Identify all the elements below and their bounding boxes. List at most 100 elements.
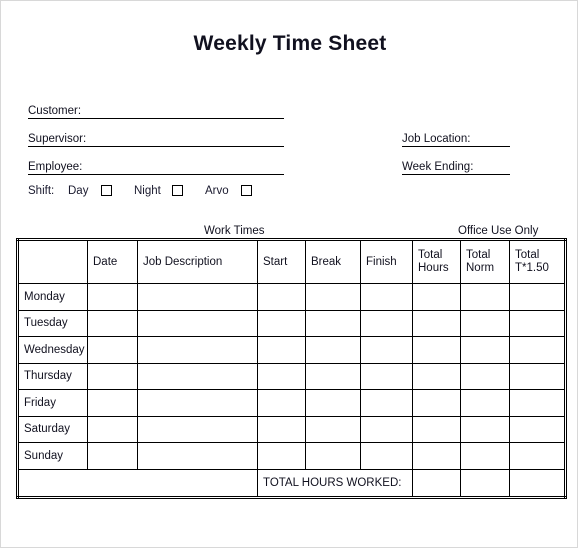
table-footer-row: TOTAL HOURS WORKED: (17, 468, 566, 498)
cell-date[interactable] (87, 362, 138, 390)
footer-blank-cell (17, 468, 258, 498)
field-week-ending[interactable]: Week Ending: (402, 160, 510, 175)
cell-break[interactable] (305, 442, 361, 470)
timesheet-page: Weekly Time Sheet Customer: Supervisor: … (0, 0, 578, 548)
cell-break[interactable] (305, 309, 361, 337)
footer-total-hours-worked-label: TOTAL HOURS WORKED: (257, 468, 413, 498)
field-employee[interactable]: Employee: (28, 160, 284, 175)
cell-finish[interactable] (360, 336, 413, 364)
cell-finish[interactable] (360, 442, 413, 470)
cell-job-description[interactable] (137, 389, 258, 417)
field-supervisor[interactable]: Supervisor: (28, 132, 284, 147)
shift-checkbox-night[interactable] (172, 185, 183, 196)
cell-date[interactable] (87, 309, 138, 337)
caption-office-use-only: Office Use Only (458, 225, 539, 237)
cell-day: Monday (17, 283, 88, 311)
cell-finish[interactable] (360, 283, 413, 311)
cell-date[interactable] (87, 389, 138, 417)
cell-total-hours[interactable] (412, 442, 461, 470)
field-job-location[interactable]: Job Location: (402, 132, 510, 147)
cell-total-hours[interactable] (412, 283, 461, 311)
header-total-hours: Total Hours (412, 239, 461, 284)
cell-total-t150[interactable] (509, 415, 566, 443)
field-week-ending-label: Week Ending: (402, 161, 474, 173)
cell-total-t150[interactable] (509, 362, 566, 390)
header-total-t150-line1: Total (515, 249, 540, 261)
header-total-norm-line2: Norm (466, 262, 495, 274)
header-day (17, 239, 88, 284)
cell-start[interactable] (257, 309, 306, 337)
footer-total-t150[interactable] (509, 468, 566, 498)
cell-total-norm[interactable] (460, 389, 510, 417)
cell-total-norm[interactable] (460, 442, 510, 470)
shift-selection: Shift: Day Night Arvo (28, 184, 288, 200)
cell-job-description[interactable] (137, 309, 258, 337)
footer-total-norm[interactable] (460, 468, 510, 498)
cell-break[interactable] (305, 389, 361, 417)
cell-finish[interactable] (360, 389, 413, 417)
page-title: Weekly Time Sheet (193, 32, 387, 55)
shift-option-arvo-label: Arvo (205, 185, 229, 197)
cell-total-hours[interactable] (412, 309, 461, 337)
shift-option-night-label: Night (134, 185, 161, 197)
cell-job-description[interactable] (137, 415, 258, 443)
cell-finish[interactable] (360, 362, 413, 390)
cell-date[interactable] (87, 415, 138, 443)
cell-day: Wednesday (17, 336, 88, 364)
cell-job-description[interactable] (137, 362, 258, 390)
cell-day: Tuesday (17, 309, 88, 337)
cell-break[interactable] (305, 362, 361, 390)
table-row: Tuesday (17, 309, 566, 337)
caption-work-times: Work Times (204, 225, 265, 237)
cell-total-t150[interactable] (509, 389, 566, 417)
shift-label: Shift: (28, 185, 55, 197)
cell-total-t150[interactable] (509, 442, 566, 470)
cell-date[interactable] (87, 283, 138, 311)
field-customer[interactable]: Customer: (28, 104, 284, 119)
header-date: Date (87, 239, 138, 284)
cell-finish[interactable] (360, 415, 413, 443)
cell-total-hours[interactable] (412, 336, 461, 364)
cell-start[interactable] (257, 389, 306, 417)
cell-date[interactable] (87, 336, 138, 364)
cell-break[interactable] (305, 283, 361, 311)
shift-option-day-label: Day (68, 185, 89, 197)
cell-job-description[interactable] (137, 283, 258, 311)
cell-total-t150[interactable] (509, 336, 566, 364)
timesheet-table: Date Job Description Start Break Finish … (16, 238, 567, 499)
cell-job-description[interactable] (137, 442, 258, 470)
field-customer-label: Customer: (28, 105, 82, 117)
field-employee-label: Employee: (28, 161, 83, 173)
shift-checkbox-arvo[interactable] (241, 185, 252, 196)
cell-break[interactable] (305, 336, 361, 364)
cell-total-hours[interactable] (412, 362, 461, 390)
cell-total-t150[interactable] (509, 309, 566, 337)
cell-total-norm[interactable] (460, 309, 510, 337)
cell-start[interactable] (257, 362, 306, 390)
cell-start[interactable] (257, 336, 306, 364)
cell-break[interactable] (305, 415, 361, 443)
cell-total-norm[interactable] (460, 283, 510, 311)
header-total-hours-line1: Total (418, 249, 443, 261)
cell-total-norm[interactable] (460, 415, 510, 443)
cell-total-hours[interactable] (412, 415, 461, 443)
cell-finish[interactable] (360, 309, 413, 337)
cell-start[interactable] (257, 283, 306, 311)
shift-checkbox-day[interactable] (101, 185, 112, 196)
table-row: Thursday (17, 362, 566, 390)
header-total-t150-line2: T*1.50 (515, 262, 549, 274)
cell-job-description[interactable] (137, 336, 258, 364)
field-supervisor-label: Supervisor: (28, 133, 87, 145)
header-total-norm: Total Norm (460, 239, 510, 284)
cell-date[interactable] (87, 442, 138, 470)
cell-total-norm[interactable] (460, 336, 510, 364)
cell-start[interactable] (257, 442, 306, 470)
footer-total-hours[interactable] (412, 468, 461, 498)
header-job-description: Job Description (137, 239, 258, 284)
cell-start[interactable] (257, 415, 306, 443)
cell-total-norm[interactable] (460, 362, 510, 390)
table-row: Wednesday (17, 336, 566, 364)
cell-total-hours[interactable] (412, 389, 461, 417)
table-row: Saturday (17, 415, 566, 443)
cell-total-t150[interactable] (509, 283, 566, 311)
